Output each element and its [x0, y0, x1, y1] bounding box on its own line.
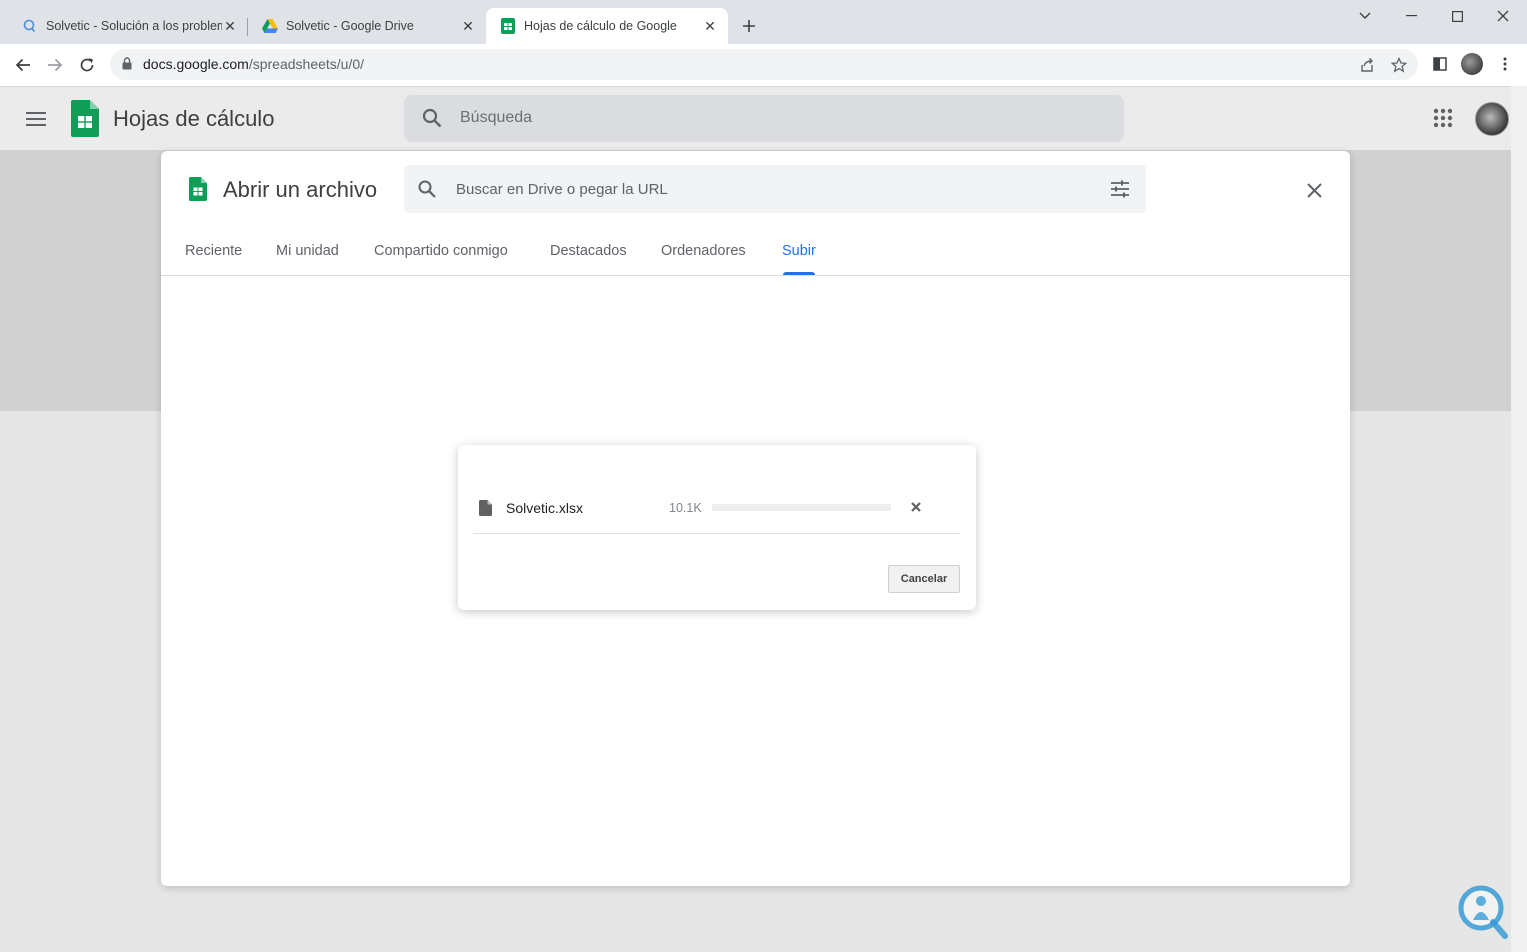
back-arrow-icon[interactable] [10, 52, 36, 78]
url-path: /spreadsheets/u/0/ [248, 56, 365, 72]
solvetic-favicon-icon [22, 18, 38, 34]
maximize-window-icon[interactable] [1434, 0, 1480, 32]
cancel-file-upload-icon[interactable] [908, 499, 924, 515]
upload-file-size: 10.1K [669, 501, 702, 515]
url-text: docs.google.com/spreadsheets/u/0/ [143, 56, 364, 72]
browser-tab-solvetic[interactable]: Solvetic - Solución a los problem ✕ [8, 8, 248, 44]
address-bar[interactable]: docs.google.com/spreadsheets/u/0/ [110, 49, 1418, 80]
dialog-title: Abrir un archivo [223, 177, 378, 202]
drive-favicon-icon [262, 18, 278, 34]
cancel-button[interactable]: Cancelar [888, 565, 960, 593]
close-dialog-icon[interactable] [1302, 178, 1326, 202]
app-search-placeholder: Búsqueda [460, 109, 533, 126]
app-title: Hojas de cálculo [113, 106, 275, 131]
tab-title: Solvetic - Google Drive [286, 19, 414, 33]
close-window-icon[interactable] [1480, 0, 1526, 32]
browser-menu-icon[interactable] [1494, 53, 1516, 75]
sheets-logo-icon[interactable] [71, 100, 99, 142]
new-tab-button[interactable] [737, 14, 761, 38]
reload-icon[interactable] [74, 52, 100, 78]
picker-tab-bar: Reciente Mi unidad Compartido conmigo De… [161, 235, 1350, 276]
browser-tab-strip: Solvetic - Solución a los problem ✕ Solv… [0, 0, 1527, 44]
search-icon [417, 179, 437, 204]
browser-tab-sheets[interactable]: Hojas de cálculo de Google ✕ [486, 8, 728, 44]
drive-search-input[interactable]: Buscar en Drive o pegar la URL [404, 165, 1146, 213]
page-scrollbar-track [1511, 86, 1527, 952]
file-icon [479, 500, 492, 521]
tab-recent[interactable]: Reciente [185, 243, 242, 259]
active-tab-indicator [783, 272, 815, 275]
bookmark-star-icon[interactable] [1390, 56, 1408, 74]
forward-arrow-icon[interactable] [42, 52, 68, 78]
google-apps-icon[interactable] [1432, 107, 1454, 134]
solvetic-watermark-icon [1455, 882, 1511, 940]
sheets-logo-icon [189, 177, 207, 206]
tab-upload[interactable]: Subir [782, 243, 816, 259]
tab-title: Solvetic - Solución a los problem [46, 19, 222, 33]
share-icon[interactable] [1358, 56, 1376, 74]
sheets-app-header: Hojas de cálculo Búsqueda [0, 86, 1527, 150]
browser-toolbar: docs.google.com/spreadsheets/u/0/ [0, 44, 1527, 86]
tab-search-chevron-icon[interactable] [1342, 0, 1388, 32]
browser-tab-drive[interactable]: Solvetic - Google Drive ✕ [248, 8, 486, 44]
drive-search-placeholder: Buscar en Drive o pegar la URL [456, 181, 668, 198]
tab-my-drive[interactable]: Mi unidad [276, 243, 339, 259]
divider [473, 533, 960, 534]
search-options-icon[interactable] [1110, 179, 1130, 204]
main-menu-icon[interactable] [24, 107, 48, 131]
upload-progress-bar [712, 504, 891, 511]
profile-avatar[interactable] [1461, 53, 1483, 75]
minimize-window-icon[interactable] [1388, 0, 1434, 32]
account-avatar[interactable] [1475, 102, 1509, 136]
tab-starred[interactable]: Destacados [550, 243, 627, 259]
side-panel-icon[interactable] [1429, 53, 1451, 75]
upload-file-name: Solvetic.xlsx [506, 500, 584, 516]
app-search-bar[interactable]: Búsqueda [404, 95, 1124, 142]
upload-progress-dialog: Solvetic.xlsx 10.1K Cancelar [458, 445, 976, 610]
tab-title: Hojas de cálculo de Google [524, 19, 677, 33]
close-tab-icon[interactable]: ✕ [702, 18, 718, 34]
tab-computers[interactable]: Ordenadores [661, 243, 746, 259]
close-tab-icon[interactable]: ✕ [460, 18, 476, 34]
close-tab-icon[interactable]: ✕ [222, 18, 238, 34]
sheets-favicon-icon [500, 18, 516, 34]
url-host: docs.google.com [143, 56, 249, 72]
tab-shared-with-me[interactable]: Compartido conmigo [374, 243, 508, 259]
search-icon [421, 107, 443, 134]
lock-icon [122, 57, 132, 75]
